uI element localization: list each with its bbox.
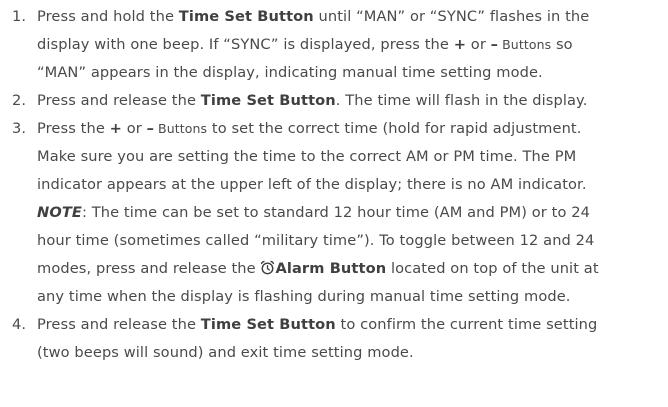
step-text-line: display with one beep. If “SYNC” is disp… xyxy=(37,36,573,53)
instructions-document: 1. Press and hold the Time Set Button un… xyxy=(0,0,668,407)
step-text-line: modes, press and release the Alarm Butto… xyxy=(37,260,599,277)
step-number: 3. xyxy=(12,120,27,137)
step-text-line: any time when the display is flashing du… xyxy=(37,288,571,305)
step-text-line: Press and hold the Time Set Button until… xyxy=(37,8,590,25)
step-text-line: hour time (sometimes called “military ti… xyxy=(37,232,595,249)
note-label: NOTE xyxy=(37,204,82,221)
step-number: 1. xyxy=(12,8,27,25)
step-text-line: Press and release the Time Set Button. T… xyxy=(37,92,588,109)
step-text-line: Make sure you are setting the time to th… xyxy=(37,148,577,165)
step-text-line: (two beeps will sound) and exit time set… xyxy=(37,344,414,361)
step-text-line: “MAN” appears in the display, indicating… xyxy=(37,64,543,81)
step-text-line: Press and release the Time Set Button to… xyxy=(37,316,598,333)
step-text-line: NOTE: The time can be set to standard 12… xyxy=(37,204,590,221)
step-text-line: Press the + or – Buttons to set the corr… xyxy=(37,120,582,137)
step-number: 4. xyxy=(12,316,27,333)
alarm-clock-icon xyxy=(260,260,275,275)
step-text-line: indicator appears at the upper left of t… xyxy=(37,176,587,193)
step-number: 2. xyxy=(12,92,27,109)
